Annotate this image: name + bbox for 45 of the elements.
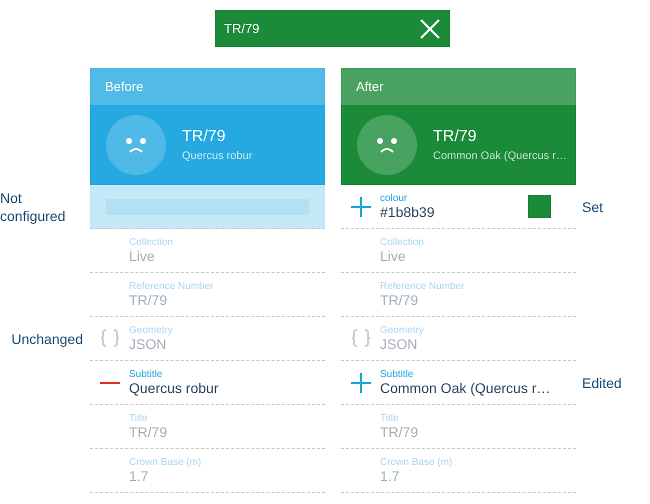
- plus-icon: [351, 197, 371, 217]
- field-value: 1.7: [129, 468, 150, 484]
- record-subtitle: Quercus robur: [182, 150, 252, 162]
- field-label: Title: [380, 413, 400, 424]
- record-title: TR/79: [433, 128, 478, 146]
- record-subtitle: Common Oak (Quercus r…: [433, 150, 567, 162]
- sad-face-icon: [357, 115, 417, 175]
- field-value: TR/79: [129, 292, 168, 308]
- change-note: Edited: [582, 374, 622, 392]
- change-note: Unchanged: [11, 330, 83, 348]
- field-value: 1.7: [380, 468, 400, 484]
- close-icon[interactable]: [420, 18, 440, 38]
- field-value: JSON: [380, 336, 418, 352]
- field-value: Quercus robur: [129, 380, 220, 396]
- sad-face-icon: [106, 115, 166, 175]
- field-label: Subtitle: [380, 369, 414, 380]
- braces-icon: [100, 329, 120, 347]
- field-value: TR/79: [380, 292, 420, 308]
- braces-icon: [351, 329, 371, 347]
- field-label: Geometry: [380, 325, 425, 336]
- record-title: TR/79: [224, 21, 260, 36]
- panel-heading: Before: [105, 79, 144, 94]
- field-value: Live: [129, 248, 156, 264]
- field-value: JSON: [129, 336, 168, 352]
- field-label: Crown Base (m): [129, 457, 202, 468]
- field-label: Collection: [129, 237, 174, 248]
- field-value: TR/79: [129, 424, 168, 440]
- minus-icon: [100, 382, 120, 384]
- field-label: Subtitle: [129, 369, 164, 380]
- field-label: Geometry: [129, 325, 174, 336]
- field-label: Title: [129, 413, 149, 424]
- change-note: Set: [582, 198, 604, 216]
- field-value: TR/79: [380, 424, 420, 440]
- field-label: colour: [380, 193, 408, 204]
- plus-icon: [351, 373, 371, 393]
- field-value: Common Oak (Quercus r…: [380, 380, 552, 396]
- field-label: Crown Base (m): [380, 457, 454, 468]
- field-value: #1b8b39: [380, 204, 436, 220]
- panel-heading: After: [356, 79, 384, 94]
- change-note: Not configured: [0, 189, 66, 225]
- record-title: TR/79: [182, 128, 227, 146]
- field-label: Reference Number: [129, 281, 214, 292]
- field-label: Reference Number: [380, 281, 466, 292]
- field-label: Collection: [380, 237, 425, 248]
- field-value: Live: [380, 248, 407, 264]
